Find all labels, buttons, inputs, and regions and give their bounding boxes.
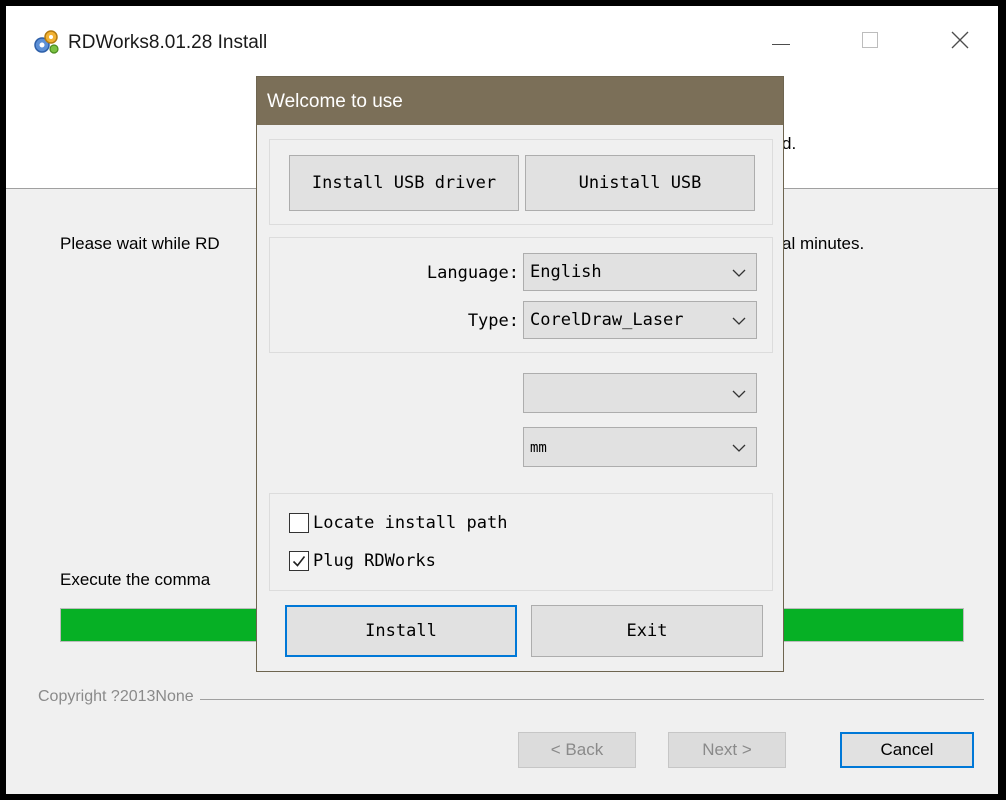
language-label: Language:	[426, 263, 519, 283]
back-button[interactable]: < Back	[518, 732, 636, 768]
language-select[interactable]: English	[523, 253, 757, 291]
minimize-button[interactable]	[758, 20, 804, 60]
checkmark-icon	[292, 556, 306, 567]
install-usb-driver-button[interactable]: Install USB driver	[289, 155, 519, 211]
checkbox-box[interactable]	[289, 551, 309, 571]
header-text: d.	[782, 134, 797, 153]
chevron-down-icon	[732, 444, 746, 452]
chevron-down-icon	[732, 269, 746, 277]
locate-install-path-checkbox[interactable]: Locate install path	[289, 513, 507, 539]
type-select[interactable]: CorelDraw_Laser	[523, 301, 757, 339]
wait-text: Please wait while RD	[60, 234, 220, 253]
exit-button[interactable]: Exit	[531, 605, 763, 657]
plug-rdworks-checkbox[interactable]: Plug RDWorks	[289, 551, 436, 577]
maximize-button[interactable]	[846, 20, 892, 60]
copyright-row: Copyright ?2013None	[38, 688, 984, 710]
close-icon	[951, 31, 969, 49]
next-button[interactable]: Next >	[668, 732, 786, 768]
cancel-button[interactable]: Cancel	[840, 732, 974, 768]
copyright-text: Copyright ?2013None	[38, 688, 200, 706]
type-label: Type:	[467, 311, 519, 331]
dialog-title[interactable]: Welcome to use	[257, 77, 783, 125]
installer-gears-icon	[32, 28, 60, 56]
welcome-dialog: Welcome to use Install USB driver Unista…	[256, 76, 784, 672]
unit-select[interactable]: mm	[523, 427, 757, 467]
locate-install-path-label: Locate install path	[313, 513, 508, 533]
plug-rdworks-label: Plug RDWorks	[313, 551, 436, 571]
close-button[interactable]	[936, 20, 982, 60]
chevron-down-icon	[732, 317, 746, 325]
checkbox-box[interactable]	[289, 513, 309, 533]
window-title: RDWorks8.01.28 Install	[68, 32, 268, 53]
chevron-down-icon	[732, 390, 746, 398]
install-button[interactable]: Install	[285, 605, 517, 657]
blank-select[interactable]	[523, 373, 757, 413]
title-bar[interactable]: RDWorks8.01.28 Install	[6, 6, 998, 78]
wait-text-tail: al minutes.	[782, 234, 865, 253]
unit-value: mm	[530, 440, 547, 456]
type-value: CorelDraw_Laser	[530, 310, 684, 330]
execute-status-text: Execute the comma	[60, 570, 211, 589]
installer-window: RDWorks8.01.28 Install d. Please wait wh…	[6, 6, 998, 794]
uninstall-usb-button[interactable]: Unistall USB	[525, 155, 755, 211]
language-value: English	[530, 262, 602, 282]
